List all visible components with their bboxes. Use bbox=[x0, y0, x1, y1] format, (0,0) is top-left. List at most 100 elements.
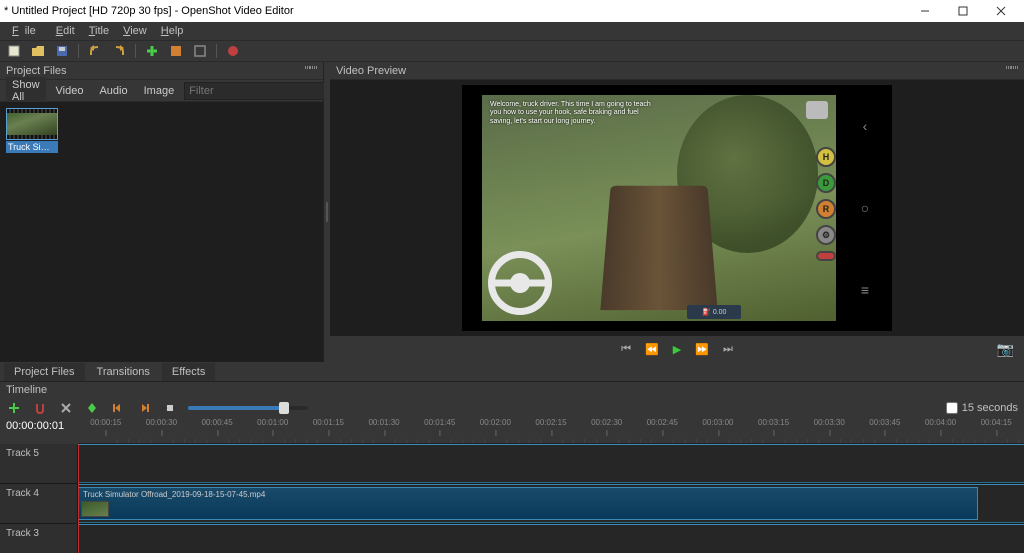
export-video-icon[interactable] bbox=[225, 43, 241, 59]
window-titlebar: * Untitled Project [HD 720p 30 fps] - Op… bbox=[0, 0, 1024, 22]
snap-label: 15 seconds bbox=[962, 402, 1018, 414]
track-row: Track 5 bbox=[0, 444, 1024, 484]
ruler-tick: 00:01:30 bbox=[368, 418, 399, 427]
project-files-pane: Project Files Show All Video Audio Image… bbox=[0, 62, 324, 362]
timeline-panel: Timeline 15 seconds 00:00:00:01 00:00:15… bbox=[0, 382, 1024, 553]
track-body[interactable] bbox=[78, 524, 1024, 553]
filter-input[interactable] bbox=[184, 82, 336, 100]
minimize-button[interactable] bbox=[906, 0, 944, 22]
timeline-clip[interactable]: Truck Simulator Offroad_2019-09-18-15-07… bbox=[78, 487, 978, 520]
timeline-header: Timeline bbox=[6, 384, 47, 396]
game-d-button: D bbox=[816, 173, 836, 193]
undo-icon[interactable] bbox=[87, 43, 103, 59]
ruler-tick: 00:01:00 bbox=[257, 418, 288, 427]
menu-view[interactable]: View bbox=[117, 24, 153, 38]
dock-icon[interactable] bbox=[1006, 66, 1018, 76]
timecode-display: 00:00:00:01 bbox=[0, 418, 78, 444]
menu-file[interactable]: File bbox=[6, 24, 48, 38]
ruler-tick: 00:01:15 bbox=[313, 418, 344, 427]
snap-interval[interactable]: 15 seconds bbox=[946, 402, 1018, 414]
video-preview-pane: Video Preview Welcome, truck driver. Thi… bbox=[330, 62, 1024, 362]
preview-caption: Welcome, truck driver. This time I am go… bbox=[490, 101, 660, 126]
redo-icon[interactable] bbox=[111, 43, 127, 59]
clip-label: Truck Simulator Offroad_2019-09-18-15-07… bbox=[83, 490, 973, 499]
new-project-icon[interactable] bbox=[6, 43, 22, 59]
steering-wheel-icon bbox=[488, 251, 552, 315]
project-files-header: Project Files bbox=[6, 65, 67, 77]
device-nav-bar: ‹ ○ ≡ bbox=[842, 85, 888, 331]
gear-icon: ⚙ bbox=[816, 225, 836, 245]
dock-icon[interactable] bbox=[305, 66, 317, 76]
window-title: * Untitled Project [HD 720p 30 fps] - Op… bbox=[4, 5, 294, 17]
bottom-tabs: Project Files Transitions Effects bbox=[0, 362, 1024, 382]
nav-recent-icon: ≡ bbox=[861, 282, 869, 298]
fast-forward-icon[interactable]: ⏩ bbox=[695, 343, 709, 356]
zoom-slider[interactable] bbox=[188, 406, 308, 410]
add-track-icon[interactable] bbox=[6, 400, 22, 416]
next-marker-icon[interactable] bbox=[136, 400, 152, 416]
rewind-icon[interactable]: ⏪ bbox=[645, 343, 659, 356]
import-files-icon[interactable] bbox=[144, 43, 160, 59]
profile-icon[interactable] bbox=[168, 43, 184, 59]
ruler-tick: 00:02:00 bbox=[480, 418, 511, 427]
game-side-buttons: H D R ⚙ bbox=[816, 147, 836, 261]
game-red-button bbox=[816, 251, 836, 261]
ruler-tick: 00:02:45 bbox=[647, 418, 678, 427]
center-playhead-icon[interactable] bbox=[162, 400, 178, 416]
track-header[interactable]: Track 3 bbox=[0, 524, 78, 553]
preview-viewport[interactable]: Welcome, truck driver. This time I am go… bbox=[330, 80, 1024, 336]
track-body[interactable]: Truck Simulator Offroad_2019-09-18-15-07… bbox=[78, 484, 1024, 523]
track-header[interactable]: Track 5 bbox=[0, 444, 78, 483]
add-marker-icon[interactable] bbox=[84, 400, 100, 416]
preview-content: Welcome, truck driver. This time I am go… bbox=[482, 95, 836, 321]
open-project-icon[interactable] bbox=[30, 43, 46, 59]
tab-effects[interactable]: Effects bbox=[162, 363, 215, 381]
thumbnail-image bbox=[6, 108, 58, 140]
menu-title[interactable]: Title bbox=[83, 24, 115, 38]
ruler-tick: 00:00:45 bbox=[202, 418, 233, 427]
track-row: Track 3 bbox=[0, 524, 1024, 553]
menu-edit[interactable]: Edit bbox=[50, 24, 81, 38]
snapping-icon[interactable] bbox=[32, 400, 48, 416]
camera-icon bbox=[806, 101, 828, 119]
timeline-ruler[interactable]: 00:00:15 00:00:30 00:00:45 00:01:00 00:01:15… bbox=[78, 418, 1024, 444]
tab-transitions[interactable]: Transitions bbox=[87, 363, 160, 381]
ruler-tick: 00:04:15 bbox=[981, 418, 1012, 427]
game-h-button: H bbox=[816, 147, 836, 167]
razor-icon[interactable] bbox=[58, 400, 74, 416]
thumbnail-area[interactable]: Truck Simulator ... bbox=[0, 102, 323, 362]
ruler-tick: 00:00:15 bbox=[90, 418, 121, 427]
snapshot-icon[interactable]: 📷 bbox=[997, 341, 1014, 358]
jump-start-icon[interactable]: ⏮ bbox=[621, 343, 631, 356]
ruler-tick: 00:00:30 bbox=[146, 418, 177, 427]
snap-checkbox[interactable] bbox=[946, 402, 958, 414]
filter-audio[interactable]: Audio bbox=[93, 83, 133, 99]
menubar: File Edit Title View Help bbox=[0, 22, 1024, 40]
video-preview-header: Video Preview bbox=[336, 65, 406, 77]
ruler-tick: 00:03:00 bbox=[702, 418, 733, 427]
close-button[interactable] bbox=[982, 0, 1020, 22]
tab-project-files[interactable]: Project Files bbox=[4, 363, 85, 381]
filter-image[interactable]: Image bbox=[138, 83, 181, 99]
fuel-indicator: ⛽ 0.00 bbox=[687, 305, 741, 319]
track-header[interactable]: Track 4 bbox=[0, 484, 78, 523]
play-icon[interactable]: ▶ bbox=[673, 343, 681, 356]
jump-end-icon[interactable]: ⏭ bbox=[723, 343, 733, 356]
preview-frame: Welcome, truck driver. This time I am go… bbox=[462, 85, 892, 331]
nav-home-icon: ○ bbox=[861, 200, 869, 216]
track-row: Track 4 Truck Simulator Offroad_2019-09-1… bbox=[0, 484, 1024, 524]
menu-help[interactable]: Help bbox=[155, 24, 190, 38]
transport-controls: ⏮ ⏪ ▶ ⏩ ⏭ 📷 bbox=[330, 336, 1024, 362]
prev-marker-icon[interactable] bbox=[110, 400, 126, 416]
fullscreen-icon[interactable] bbox=[192, 43, 208, 59]
filter-video[interactable]: Video bbox=[50, 83, 90, 99]
track-body[interactable] bbox=[78, 444, 1024, 483]
game-r-button: R bbox=[816, 199, 836, 219]
maximize-button[interactable] bbox=[944, 0, 982, 22]
save-project-icon[interactable] bbox=[54, 43, 70, 59]
ruler-tick: 00:02:30 bbox=[591, 418, 622, 427]
project-file-thumbnail[interactable]: Truck Simulator ... bbox=[6, 108, 58, 153]
ruler-tick: 00:03:15 bbox=[758, 418, 789, 427]
filter-show-all[interactable]: Show All bbox=[6, 77, 46, 105]
ruler-tick: 00:01:45 bbox=[424, 418, 455, 427]
